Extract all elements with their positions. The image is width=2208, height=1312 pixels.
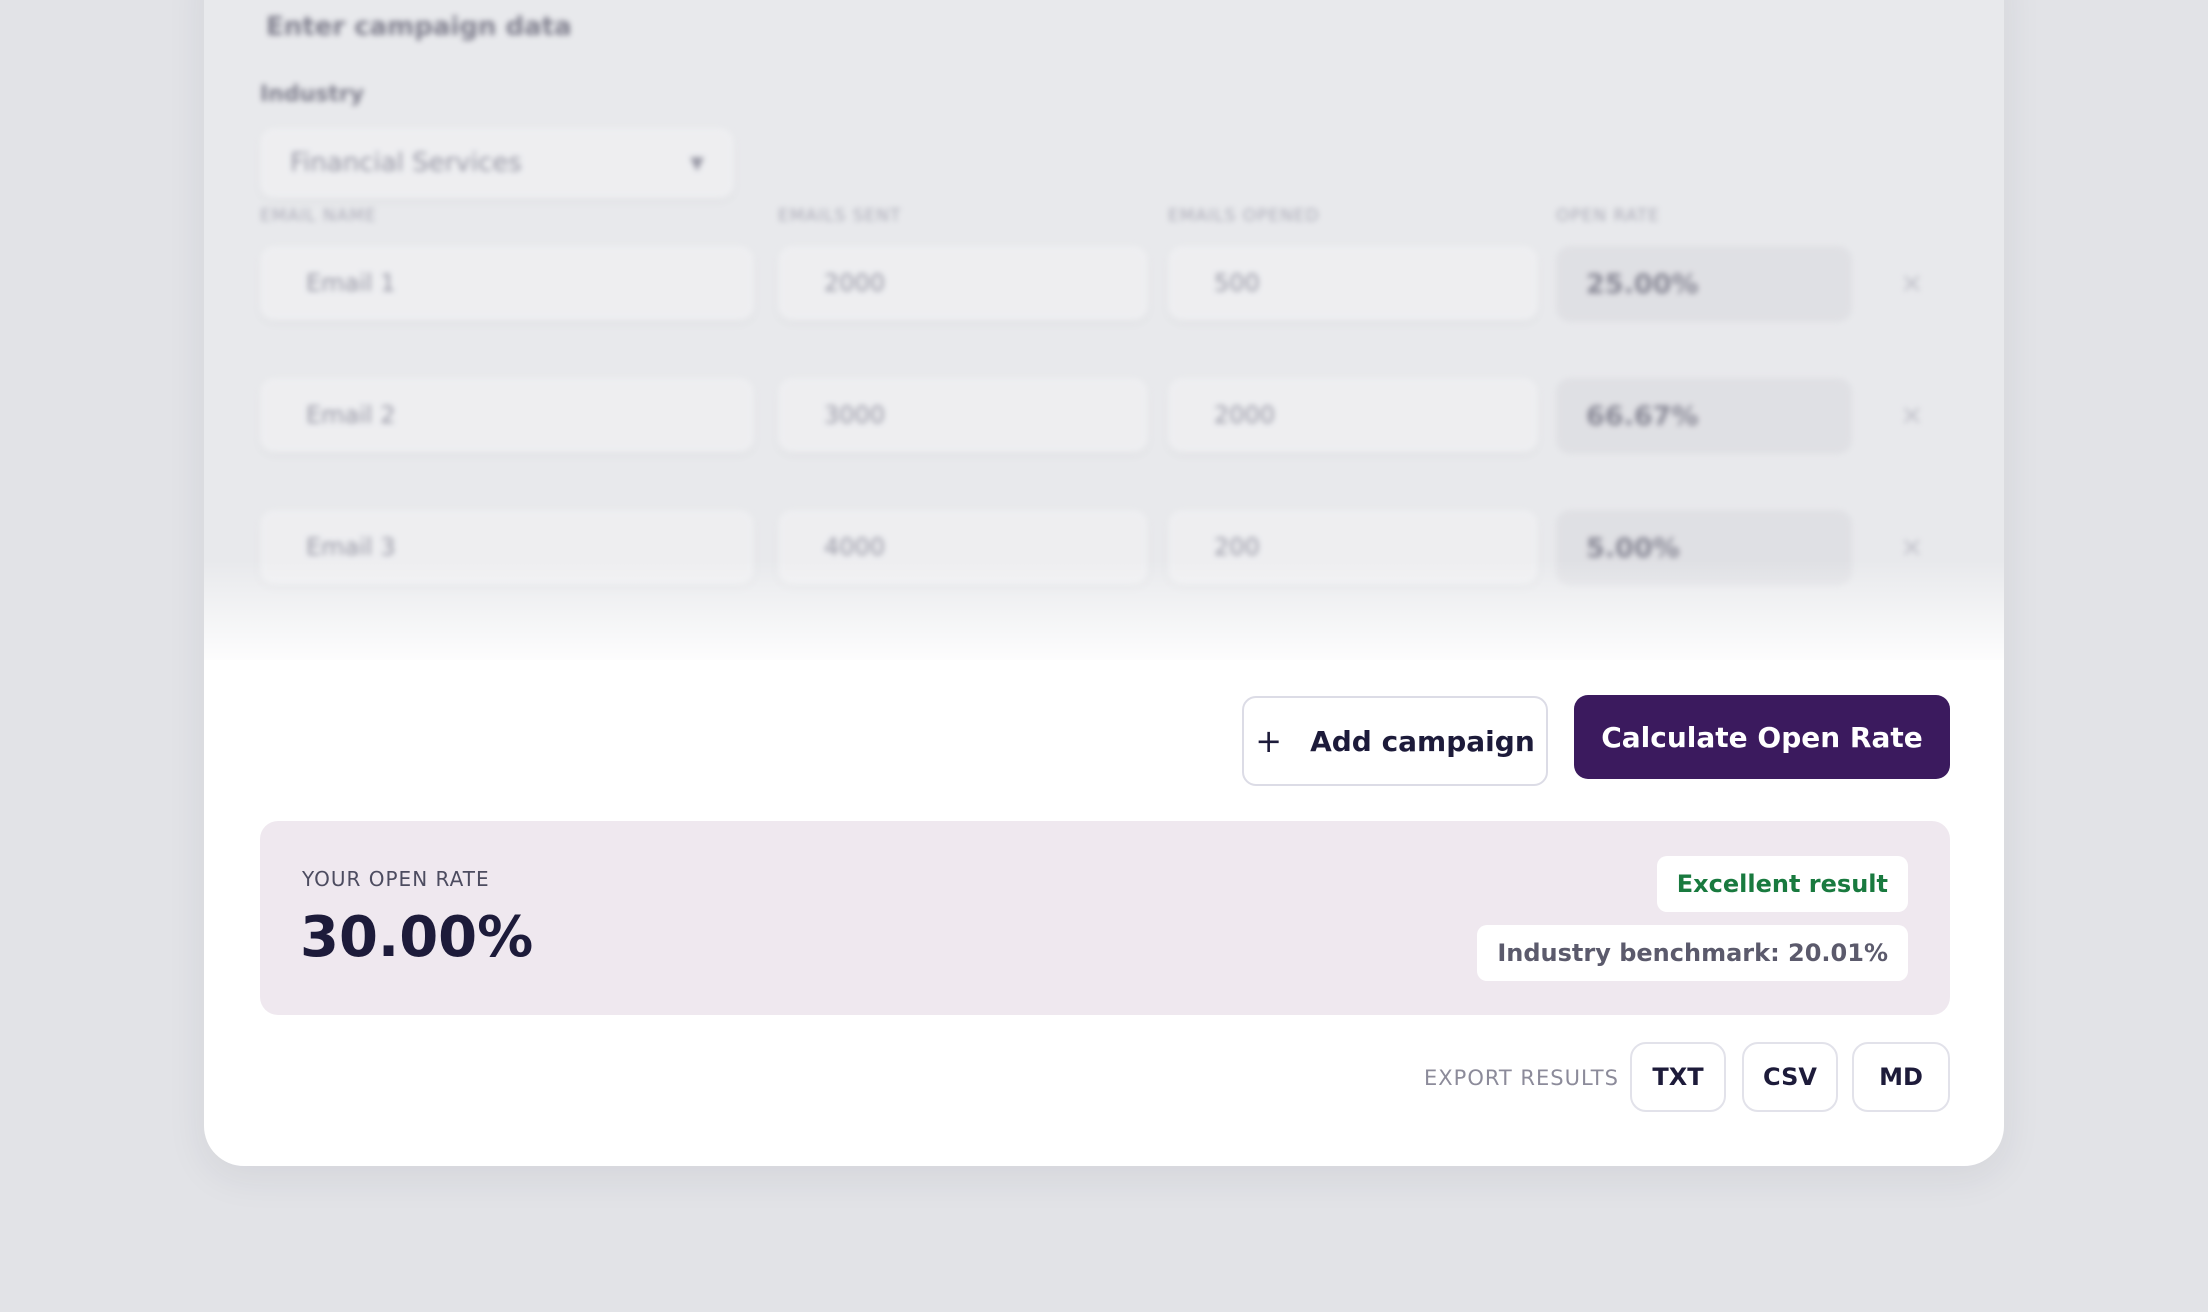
column-header-email-name: EMAIL NAME [260,206,377,226]
chevron-down-icon: ▼ [690,152,704,174]
emails-opened-input[interactable]: 500 [1168,246,1538,320]
plus-icon: + [1255,722,1283,760]
export-md-button[interactable]: MD [1852,1042,1950,1112]
status-badge: Excellent result [1656,856,1908,912]
add-campaign-label: Add campaign [1310,724,1535,758]
industry-select[interactable]: Financial Services ▼ [260,128,734,198]
campaign-row: Email 2 3000 2000 66.67% × [204,378,2004,458]
result-value: 30.00% [300,905,534,970]
emails-opened-input[interactable]: 2000 [1168,378,1538,452]
open-rate-value: 25.00% [1556,246,1852,322]
export-txt-button[interactable]: TXT [1630,1042,1726,1112]
export-csv-button[interactable]: CSV [1742,1042,1838,1112]
benchmark-badge: Industry benchmark: 20.01% [1477,925,1908,981]
calculate-open-rate-button[interactable]: Calculate Open Rate [1574,695,1950,779]
add-campaign-button[interactable]: + Add campaign [1242,696,1548,786]
calculator-card: Enter campaign data Industry Financial S… [204,0,2004,1166]
emails-sent-input[interactable]: 2000 [778,246,1148,320]
remove-row-icon[interactable]: × [1900,530,1923,563]
open-rate-value: 66.67% [1556,378,1852,454]
column-header-emails-opened: EMAILS OPENED [1168,206,1320,226]
email-name-input[interactable]: Email 1 [260,246,754,320]
email-name-input[interactable]: Email 2 [260,378,754,452]
remove-row-icon[interactable]: × [1900,266,1923,299]
campaign-row: Email 1 2000 500 25.00% × [204,246,2004,326]
remove-row-icon[interactable]: × [1900,398,1923,431]
column-header-emails-sent: EMAILS SENT [778,206,902,226]
result-panel: YOUR OPEN RATE 30.00% Excellent result I… [260,821,1950,1015]
result-label: YOUR OPEN RATE [302,867,490,891]
industry-label: Industry [260,82,365,107]
export-label: EXPORT RESULTS [1424,1066,1619,1090]
section-title: Enter campaign data [266,12,572,42]
industry-select-value: Financial Services [290,148,522,178]
emails-sent-input[interactable]: 3000 [778,378,1148,452]
column-header-open-rate: OPEN RATE [1556,206,1661,226]
fade-overlay [204,560,2004,670]
